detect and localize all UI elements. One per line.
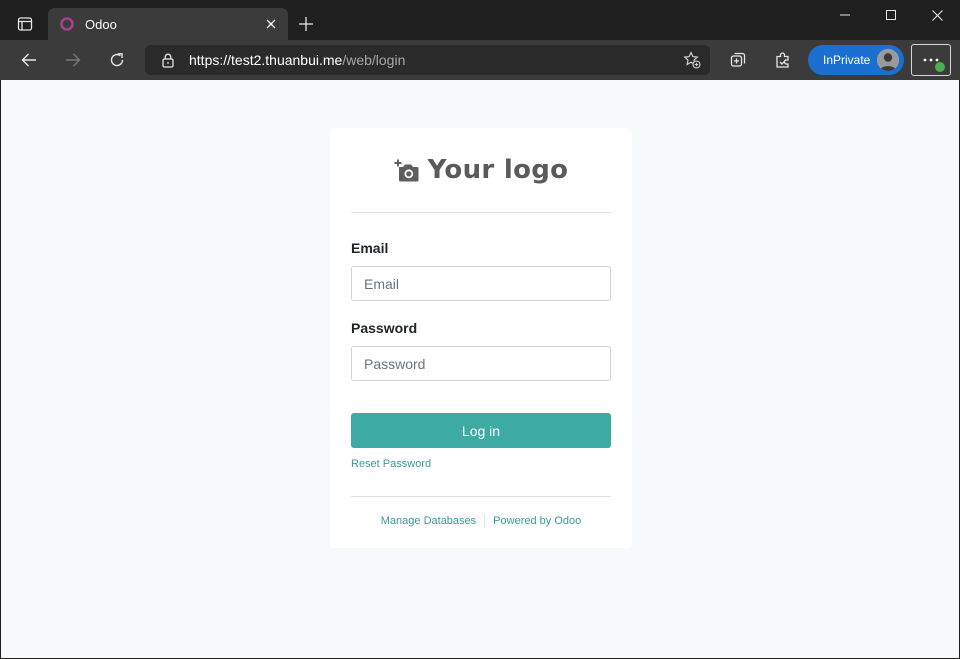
refresh-icon[interactable] [101,44,133,76]
camera-plus-icon [394,159,419,182]
forward-arrow-icon[interactable] [57,44,89,76]
url-text: https://test2.thuanbui.me/web/login [189,52,678,68]
browser-tab-odoo[interactable]: Odoo [48,8,288,40]
login-card: Your logo Email Password Log in Reset Pa… [330,128,632,548]
close-tab-icon[interactable] [258,11,284,37]
update-available-badge [935,62,945,72]
password-input[interactable] [351,346,611,381]
email-input[interactable] [351,266,611,301]
reset-password-link[interactable]: Reset Password [351,458,431,470]
manage-databases-link[interactable]: Manage Databases [381,515,476,527]
more-icon [923,58,939,62]
minimize-window-icon[interactable] [822,0,868,30]
logo-text: Your logo [427,155,569,185]
maximize-window-icon[interactable] [868,0,914,30]
address-bar[interactable]: https://test2.thuanbui.me/web/login [145,45,710,75]
lock-icon[interactable] [160,52,176,68]
tab-title: Odoo [85,16,117,32]
collections-icon[interactable] [722,44,754,76]
url-path: /web/login [342,52,406,68]
powered-by-odoo-link[interactable]: Powered by Odoo [493,515,581,527]
extensions-icon[interactable] [767,44,799,76]
profile-avatar-icon [877,49,899,71]
login-footer: Manage Databases Powered by Odoo [330,514,632,528]
company-logo: Your logo [330,128,632,212]
email-label: Email [351,240,389,256]
inprivate-button[interactable]: InPrivate [808,45,904,75]
logo-divider [351,212,611,213]
footer-divider [351,496,611,497]
odoo-favicon-icon [60,17,74,31]
browser-titlebar: Odoo [0,0,960,40]
inprivate-label: InPrivate [823,53,871,67]
password-label: Password [351,320,418,336]
back-arrow-icon[interactable] [13,44,45,76]
browser-toolbar: https://test2.thuanbui.me/web/login InPr… [0,40,960,80]
login-button[interactable]: Log in [351,413,611,448]
page-viewport: Your logo Email Password Log in Reset Pa… [1,80,959,658]
new-tab-plus-icon[interactable] [292,10,320,38]
settings-more-button[interactable] [911,44,951,76]
footer-separator [484,514,486,528]
tab-actions-icon[interactable] [8,8,42,40]
add-favorite-star-icon[interactable] [678,46,706,74]
url-host: https://test2.thuanbui.me [189,52,343,68]
close-window-icon[interactable] [914,0,960,30]
